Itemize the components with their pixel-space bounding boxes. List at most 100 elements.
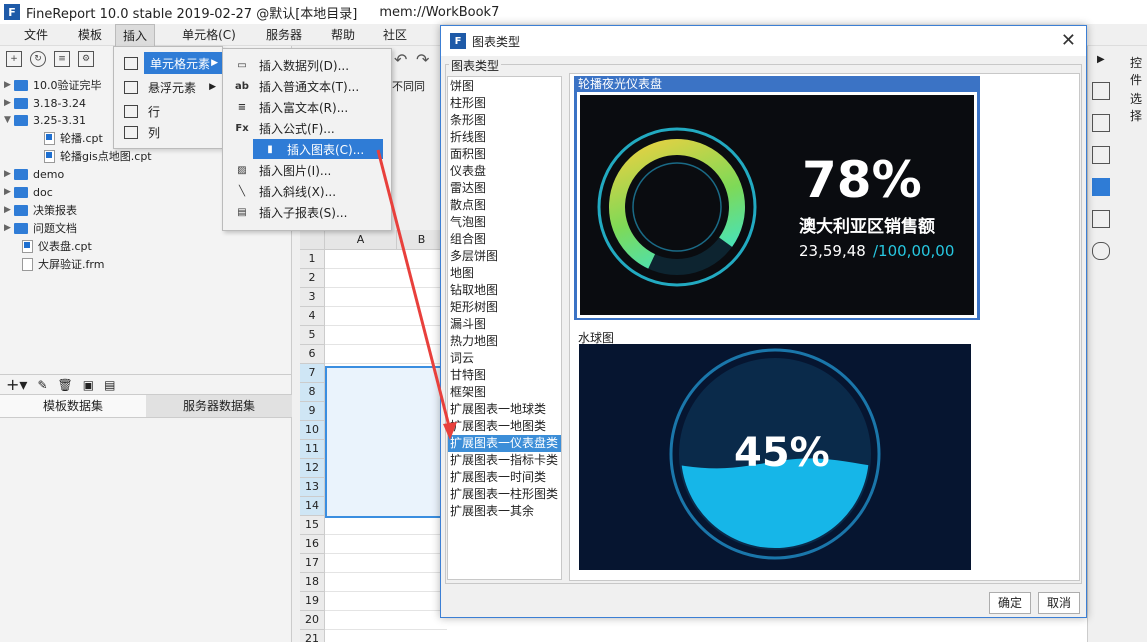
add-dataset-icon[interactable]: +▾ bbox=[6, 375, 27, 394]
tree-folder[interactable]: ▶ 10.0验证完毕 bbox=[4, 76, 102, 94]
expand-icon[interactable]: ▶ bbox=[4, 98, 14, 108]
chart-type-item[interactable]: 扩展图表一其余 bbox=[448, 503, 561, 520]
expand-icon[interactable]: ▶ bbox=[4, 187, 14, 197]
row-header[interactable]: 2 bbox=[300, 269, 325, 288]
cancel-button[interactable]: 取消 bbox=[1038, 592, 1080, 614]
chart-type-item[interactable]: 扩展图表一地球类 bbox=[448, 401, 561, 418]
chart-type-item[interactable]: 柱形图 bbox=[448, 95, 561, 112]
menu-community[interactable]: 社区 bbox=[374, 24, 416, 46]
row-header[interactable]: 6 bbox=[300, 345, 325, 364]
chart-type-item[interactable]: 钻取地图 bbox=[448, 282, 561, 299]
expand-icon[interactable]: ▶ bbox=[4, 169, 14, 179]
undo-icon[interactable]: ↶ bbox=[394, 50, 407, 69]
row-header[interactable]: 1 bbox=[300, 250, 325, 269]
chart-type-list[interactable]: 饼图 柱形图 条形图 折线图 面积图 仪表盘 雷达图 散点图 气泡图 组合图 多层饼图 地图 钻取地图矩… bbox=[447, 76, 562, 580]
chart-type-item[interactable]: 折线图 bbox=[448, 129, 561, 146]
preview-card-liquid[interactable]: 水球图 45% bbox=[574, 330, 980, 570]
tree-folder[interactable]: ▶ 问题文档 bbox=[4, 219, 77, 237]
cell-attr-icon[interactable] bbox=[1092, 82, 1110, 100]
row-header[interactable]: 3 bbox=[300, 288, 325, 307]
tab-server-dataset[interactable]: 服务器数据集 bbox=[146, 395, 292, 417]
tree-file[interactable]: 仪表盘.cpt bbox=[22, 237, 92, 255]
chart-type-item[interactable]: 气泡图 bbox=[448, 214, 561, 231]
menu-column[interactable]: 列 bbox=[114, 121, 222, 143]
row-header[interactable]: 14 bbox=[300, 497, 325, 516]
menu-item-cell-element[interactable]: ╲ 插入斜线(X)... bbox=[225, 181, 389, 201]
row-header[interactable]: 8 bbox=[300, 383, 325, 402]
condition-icon[interactable] bbox=[1092, 210, 1110, 228]
menu-file[interactable]: 文件 bbox=[14, 24, 58, 46]
menu-item-cell-element[interactable]: ▭ 插入数据列(D)... bbox=[225, 55, 389, 75]
menu-row[interactable]: 行 bbox=[114, 100, 222, 122]
row-header[interactable]: 7 bbox=[300, 364, 325, 383]
chart-type-item[interactable]: 面积图 bbox=[448, 146, 561, 163]
row-header[interactable]: 18 bbox=[300, 573, 325, 592]
corner-cell[interactable] bbox=[300, 230, 325, 250]
chart-type-item[interactable]: 矩形树图 bbox=[448, 299, 561, 316]
preview-card-gauge[interactable]: 轮播夜光仪表盘 78% 澳大利亚区销售额 23,59,48 /100,00,00 bbox=[574, 76, 980, 320]
border-icon[interactable] bbox=[1092, 146, 1110, 164]
chart-type-item[interactable]: 多层饼图 bbox=[448, 248, 561, 265]
chart-type-item[interactable]: 词云 bbox=[448, 350, 561, 367]
settings-icon[interactable]: ⚙ bbox=[78, 51, 94, 67]
tree-file[interactable]: 大屏验证.frm bbox=[22, 255, 104, 273]
row-header[interactable]: 15 bbox=[300, 516, 325, 535]
chart-type-item[interactable]: 漏斗图 bbox=[448, 316, 561, 333]
tree-folder[interactable]: ▶ doc bbox=[4, 183, 53, 201]
row-header[interactable]: 16 bbox=[300, 535, 325, 554]
chart-type-item[interactable]: 组合图 bbox=[448, 231, 561, 248]
tab-template-dataset[interactable]: 模板数据集 bbox=[0, 395, 146, 417]
row-header[interactable]: 9 bbox=[300, 402, 325, 421]
widget-icon[interactable] bbox=[1092, 178, 1110, 196]
row-header[interactable]: 17 bbox=[300, 554, 325, 573]
chart-type-item[interactable]: 散点图 bbox=[448, 197, 561, 214]
collapse-icon[interactable]: ▼ bbox=[4, 115, 14, 125]
redo-icon[interactable]: ↷ bbox=[416, 50, 429, 69]
row-header[interactable]: 13 bbox=[300, 478, 325, 497]
cell-style-icon[interactable] bbox=[1092, 114, 1110, 132]
chart-type-item[interactable]: 热力地图 bbox=[448, 333, 561, 350]
chart-preview-pane[interactable]: 轮播夜光仪表盘 78% 澳大利亚区销售额 23,59,48 /100,00,00… bbox=[569, 73, 1080, 581]
chart-type-item[interactable]: 仪表盘 bbox=[448, 163, 561, 180]
ok-button[interactable]: 确定 bbox=[989, 592, 1031, 614]
preview-icon[interactable]: ▣ bbox=[83, 378, 94, 392]
menu-item-cell-element[interactable]: ab 插入普通文本(T)... bbox=[225, 76, 389, 96]
row-header[interactable]: 5 bbox=[300, 326, 325, 345]
chart-type-item[interactable]: 扩展图表一地图类 bbox=[448, 418, 561, 435]
chart-type-item[interactable]: 扩展图表一指标卡类 bbox=[448, 452, 561, 469]
menu-float-element[interactable]: 悬浮元素 ▶ bbox=[114, 76, 222, 98]
chart-type-item[interactable]: 地图 bbox=[448, 265, 561, 282]
chart-type-item[interactable]: 扩展图表一时间类 bbox=[448, 469, 561, 486]
menu-item-cell-element[interactable]: ▨ 插入图片(I)... bbox=[225, 160, 389, 180]
collapse-arrow-icon[interactable]: ▶ bbox=[1097, 54, 1105, 65]
row-header[interactable]: 10 bbox=[300, 421, 325, 440]
tree-folder[interactable]: ▼ 3.25-3.31 bbox=[4, 111, 86, 129]
list-icon[interactable]: ≡ bbox=[54, 51, 70, 67]
menu-item-insert-chart[interactable]: ▮ 插入图表(C)... bbox=[253, 139, 383, 159]
chart-type-item[interactable]: 甘特图 bbox=[448, 367, 561, 384]
row-header[interactable]: 20 bbox=[300, 611, 325, 630]
menu-server[interactable]: 服务器 bbox=[258, 24, 310, 46]
server-dataset-icon[interactable]: ▤ bbox=[104, 378, 115, 392]
close-icon[interactable]: ✕ bbox=[1061, 30, 1076, 51]
menu-help[interactable]: 帮助 bbox=[322, 24, 364, 46]
edit-icon[interactable]: ✎ bbox=[37, 378, 47, 392]
row-header[interactable]: 12 bbox=[300, 459, 325, 478]
expand-icon[interactable]: ▶ bbox=[4, 223, 14, 233]
chart-type-item[interactable]: 框架图 bbox=[448, 384, 561, 401]
new-icon[interactable]: + bbox=[6, 51, 22, 67]
tree-file[interactable]: 轮播gis点地图.cpt bbox=[44, 147, 152, 165]
row-header[interactable]: 11 bbox=[300, 440, 325, 459]
chart-type-item[interactable]: 扩展图表一仪表盘类 bbox=[448, 435, 561, 452]
row-header[interactable]: 19 bbox=[300, 592, 325, 611]
chart-type-item[interactable]: 条形图 bbox=[448, 112, 561, 129]
chart-type-item[interactable]: 雷达图 bbox=[448, 180, 561, 197]
menu-item-cell-element[interactable]: Fx 插入公式(F)... bbox=[225, 118, 389, 138]
row-header[interactable]: 21 bbox=[300, 630, 325, 642]
tree-folder[interactable]: ▶ demo bbox=[4, 165, 64, 183]
expand-icon[interactable]: ▶ bbox=[4, 80, 14, 90]
tree-folder[interactable]: ▶ 决策报表 bbox=[4, 201, 77, 219]
column-header[interactable]: A bbox=[325, 230, 397, 250]
menu-cell-element-label[interactable]: 单元格元素 ▶ bbox=[144, 52, 224, 74]
menu-template[interactable]: 模板 bbox=[68, 24, 112, 46]
